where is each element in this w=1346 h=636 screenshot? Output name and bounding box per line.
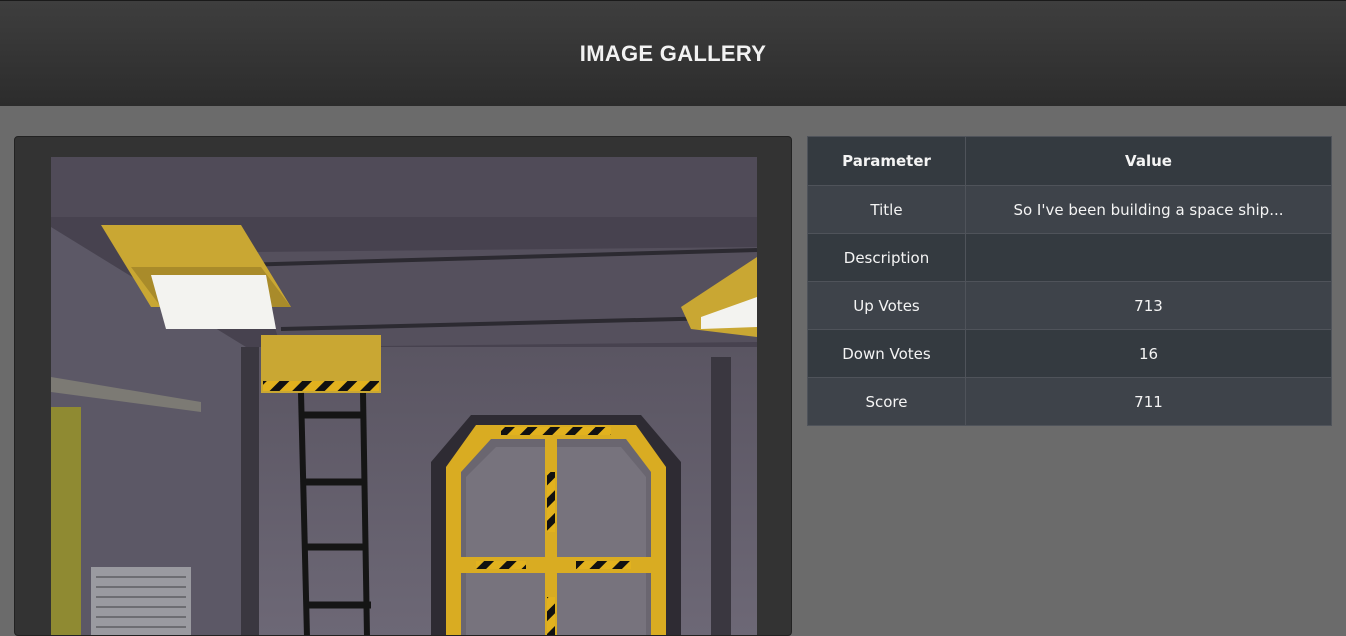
column-header-value: Value — [965, 136, 1332, 186]
row-value: So I've been building a space ship... — [965, 185, 1332, 234]
table-row: Down Votes 16 — [807, 329, 1332, 378]
row-parameter: Up Votes — [807, 281, 966, 330]
column-header-parameter: Parameter — [807, 136, 966, 186]
row-parameter: Down Votes — [807, 329, 966, 378]
gallery-image[interactable] — [51, 157, 757, 635]
table-header-row: Parameter Value — [807, 136, 1332, 186]
image-info-table: Parameter Value Title So I've been build… — [807, 136, 1332, 426]
table-row: Title So I've been building a space ship… — [807, 185, 1332, 234]
row-value: 711 — [965, 377, 1332, 426]
table-row: Up Votes 713 — [807, 281, 1332, 330]
row-parameter: Description — [807, 233, 966, 282]
row-value: 16 — [965, 329, 1332, 378]
row-value — [965, 233, 1332, 282]
row-parameter: Score — [807, 377, 966, 426]
row-parameter: Title — [807, 185, 966, 234]
page-header: IMAGE GALLERY — [0, 0, 1346, 106]
image-panel — [14, 136, 792, 636]
page-title: IMAGE GALLERY — [579, 41, 767, 66]
row-value: 713 — [965, 281, 1332, 330]
table-row: Description — [807, 233, 1332, 282]
table-row: Score 711 — [807, 377, 1332, 426]
